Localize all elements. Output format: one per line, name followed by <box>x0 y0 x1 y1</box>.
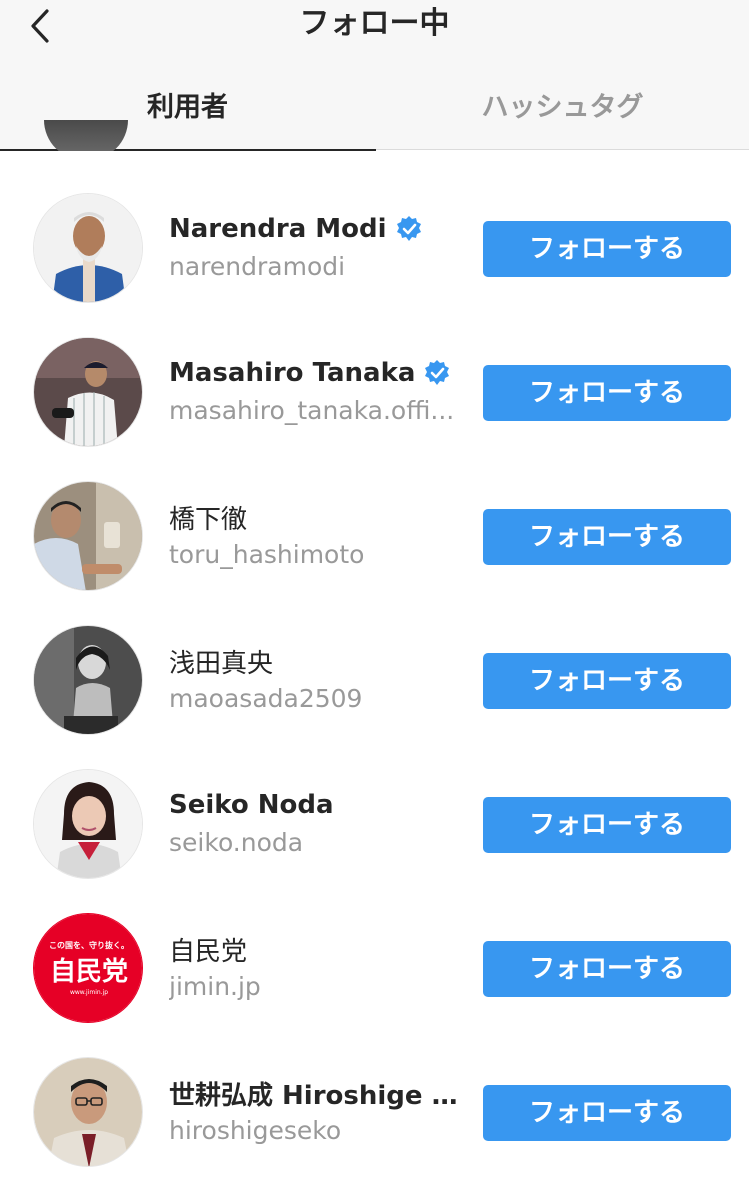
account-handle: jimin.jp <box>169 972 261 1001</box>
avatar[interactable]: この国を、守り抜く。 自民党 www.jimin.jp <box>33 913 143 1023</box>
account-name[interactable]: Narendra Modi <box>169 214 387 244</box>
account-handle: seiko.noda <box>169 828 304 857</box>
name-line: 自民党 <box>169 929 247 969</box>
follow-button[interactable]: フォローする <box>483 653 731 709</box>
verified-badge-icon <box>425 360 450 385</box>
name-line: 橋下徹 <box>169 497 247 537</box>
avatar[interactable] <box>33 337 143 447</box>
avatar[interactable] <box>33 625 143 735</box>
logo-url: www.jimin.jp <box>70 989 108 996</box>
page-title: フォロー中 <box>299 6 450 41</box>
account-handle: masahiro_tanaka.offi... <box>169 396 455 425</box>
name-line: 世耕弘成 Hiroshige S... <box>169 1073 469 1113</box>
name-line: Seiko Noda <box>169 785 334 825</box>
list-item[interactable]: Masahiro Tanaka masahiro_tanaka.offi... … <box>0 337 749 481</box>
account-name[interactable]: 世耕弘成 Hiroshige S... <box>169 1075 469 1112</box>
follow-button[interactable]: フォローする <box>483 941 731 997</box>
account-name[interactable]: 橋下徹 <box>169 499 247 536</box>
seiko-noda-avatar <box>34 770 142 878</box>
account-name[interactable]: Masahiro Tanaka <box>169 358 415 388</box>
verified-badge-icon <box>396 216 421 241</box>
avatar[interactable] <box>33 481 143 591</box>
name-line: Narendra Modi <box>169 209 423 249</box>
name-line: Masahiro Tanaka <box>169 353 451 393</box>
list-item[interactable]: 世耕弘成 Hiroshige S... hiroshigeseko フォローする <box>0 1057 749 1177</box>
list-item[interactable]: 橋下徹 toru_hashimoto フォローする <box>0 481 749 625</box>
list-item[interactable]: Seiko Noda seiko.noda フォローする <box>0 769 749 913</box>
jimin-logo-avatar: この国を、守り抜く。 自民党 www.jimin.jp <box>34 914 142 1022</box>
name-line: 浅田真央 <box>169 641 273 681</box>
logo-tagline: この国を、守り抜く。 <box>49 940 129 950</box>
account-handle: maoasada2509 <box>169 684 363 713</box>
account-name[interactable]: 浅田真央 <box>169 643 273 680</box>
list-item[interactable]: この国を、守り抜く。 自民党 www.jimin.jp 自民党 jimin.jp… <box>0 913 749 1057</box>
mao-asada-avatar <box>34 626 142 734</box>
narendra-modi-avatar <box>34 194 142 302</box>
tab-hashtags[interactable]: ハッシュタグ <box>375 70 749 150</box>
logo-main: 自民党 <box>50 956 128 987</box>
hiroshige-seko-avatar <box>34 1058 142 1166</box>
account-name[interactable]: Seiko Noda <box>169 790 334 820</box>
follow-button[interactable]: フォローする <box>483 509 731 565</box>
toru-hashimoto-avatar <box>34 482 142 590</box>
list-item[interactable]: Narendra Modi narendramodi フォローする <box>0 193 749 337</box>
account-name[interactable]: 自民党 <box>169 931 247 968</box>
masahiro-tanaka-avatar <box>34 338 142 446</box>
follow-button[interactable]: フォローする <box>483 221 731 277</box>
account-handle: toru_hashimoto <box>169 540 365 569</box>
account-handle: narendramodi <box>169 252 346 281</box>
list-item[interactable]: 浅田真央 maoasada2509 フォローする <box>0 625 749 769</box>
avatar[interactable] <box>33 193 143 303</box>
avatar[interactable] <box>33 769 143 879</box>
follow-button[interactable]: フォローする <box>483 1085 731 1141</box>
follow-button[interactable]: フォローする <box>483 797 731 853</box>
account-handle: hiroshigeseko <box>169 1116 342 1145</box>
follow-button[interactable]: フォローする <box>483 365 731 421</box>
avatar[interactable] <box>33 1057 143 1167</box>
following-list: Narendra Modi narendramodi フォローする Masahi… <box>0 151 749 1177</box>
